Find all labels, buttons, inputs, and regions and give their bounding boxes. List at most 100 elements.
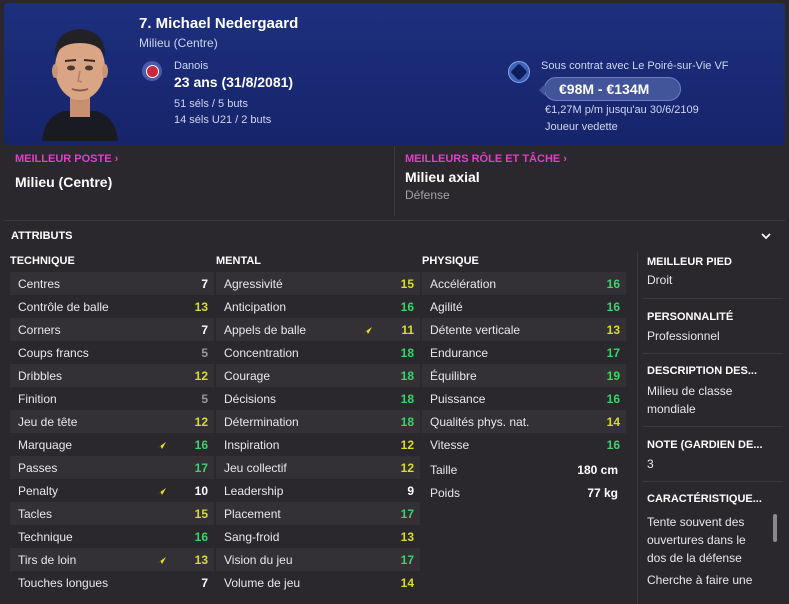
attribute-row[interactable]: Détente verticale 13 bbox=[422, 318, 626, 341]
attribute-row[interactable]: Tirs de loin 13 bbox=[10, 548, 214, 571]
attribute-value: 17 bbox=[194, 460, 208, 475]
attribute-row[interactable]: Vision du jeu 17 bbox=[216, 548, 420, 571]
attribute-row[interactable]: Placement 17 bbox=[216, 502, 420, 525]
best-role-link[interactable]: MEILLEURS RÔLE ET TÂCHE › bbox=[405, 153, 567, 165]
trend-arrow-icon bbox=[156, 557, 166, 564]
player-position: Milieu (Centre) bbox=[139, 36, 218, 50]
attribute-row[interactable]: Concentration 18 bbox=[216, 341, 420, 364]
player-header: 7. Michael Nedergaard Milieu (Centre) Da… bbox=[4, 3, 785, 145]
attribute-row[interactable]: Centres 7 bbox=[10, 272, 214, 295]
attribute-row[interactable]: Qualités phys. nat. 14 bbox=[422, 410, 626, 433]
attribute-value: 5 bbox=[201, 345, 208, 360]
nationality[interactable]: Danois bbox=[174, 60, 208, 72]
mental-header: MENTAL bbox=[216, 255, 262, 267]
attribute-row[interactable]: Dribbles 12 bbox=[10, 364, 214, 387]
physique-header: PHYSIQUE bbox=[422, 255, 479, 267]
attribute-name: Vitesse bbox=[430, 437, 470, 452]
attribute-row[interactable]: Jeu collectif 12 bbox=[216, 456, 420, 479]
attribute-name: Décisions bbox=[224, 391, 277, 406]
best-role-value: Milieu axial bbox=[405, 169, 480, 185]
attribute-row[interactable]: Penalty 10 bbox=[10, 479, 214, 502]
attribute-row[interactable]: Vitesse 16 bbox=[422, 433, 626, 456]
chevron-right-icon: › bbox=[560, 153, 567, 165]
side-divider bbox=[637, 252, 638, 604]
side-separator bbox=[643, 481, 783, 482]
panel-divider bbox=[394, 146, 395, 216]
attribute-value: 15 bbox=[400, 276, 414, 291]
attribute-value: 12 bbox=[194, 368, 208, 383]
attribute-name: Passes bbox=[18, 460, 58, 475]
height-row: Taille 180 cm bbox=[430, 463, 618, 477]
attribute-name: Qualités phys. nat. bbox=[430, 414, 530, 429]
attribute-row[interactable]: Sang-froid 13 bbox=[216, 525, 420, 548]
description-title: DESCRIPTION DES... bbox=[647, 365, 758, 377]
attribute-row[interactable]: Marquage 16 bbox=[10, 433, 214, 456]
attribute-value: 16 bbox=[606, 299, 620, 314]
attribute-row[interactable]: Anticipation 16 bbox=[216, 295, 420, 318]
attribute-row[interactable]: Détermination 18 bbox=[216, 410, 420, 433]
attribute-row[interactable]: Équilibre 19 bbox=[422, 364, 626, 387]
weight-value: 77 kg bbox=[587, 486, 618, 500]
attribute-value: 16 bbox=[400, 299, 414, 314]
chevron-down-icon[interactable] bbox=[759, 229, 773, 243]
attribute-row[interactable]: Inspiration 12 bbox=[216, 433, 420, 456]
best-role-label: MEILLEURS RÔLE ET TÂCHE bbox=[405, 153, 561, 165]
nation-flag-icon[interactable] bbox=[142, 61, 162, 81]
attribute-row[interactable]: Volume de jeu 14 bbox=[216, 571, 420, 594]
physique-list: Accélération 16 Agilité 16 Détente verticale… bbox=[422, 272, 626, 456]
u21-caps: 14 séls U21 / 2 buts bbox=[174, 114, 272, 126]
club-badge-icon[interactable] bbox=[508, 61, 530, 83]
personality-value: Professionnel bbox=[647, 329, 720, 343]
attribute-row[interactable]: Leadership 9 bbox=[216, 479, 420, 502]
attribute-row[interactable]: Coups francs 5 bbox=[10, 341, 214, 364]
attribute-value: 16 bbox=[606, 276, 620, 291]
contract-club[interactable]: Sous contrat avec Le Poiré-sur-Vie VF bbox=[541, 60, 729, 72]
attribute-row[interactable]: Contrôle de balle 13 bbox=[10, 295, 214, 318]
attribute-row[interactable]: Corners 7 bbox=[10, 318, 214, 341]
attribute-name: Tacles bbox=[18, 506, 53, 521]
attribute-row[interactable]: Accélération 16 bbox=[422, 272, 626, 295]
attribute-name: Agressivité bbox=[224, 276, 283, 291]
attribute-value: 18 bbox=[400, 414, 414, 429]
attribute-name: Contrôle de balle bbox=[18, 299, 109, 314]
player-name: 7. Michael Nedergaard bbox=[139, 15, 299, 32]
gk-rating-title: NOTE (GARDIEN DE... bbox=[647, 439, 763, 451]
best-position-link[interactable]: MEILLEUR POSTE › bbox=[15, 153, 118, 165]
attribute-name: Volume de jeu bbox=[224, 575, 301, 590]
attribute-row[interactable]: Passes 17 bbox=[10, 456, 214, 479]
squad-status: Joueur vedette bbox=[545, 121, 618, 133]
attribute-row[interactable]: Jeu de tête 12 bbox=[10, 410, 214, 433]
attribute-row[interactable]: Technique 16 bbox=[10, 525, 214, 548]
attribute-row[interactable]: Tacles 15 bbox=[10, 502, 214, 525]
attribute-row[interactable]: Décisions 18 bbox=[216, 387, 420, 410]
section-divider bbox=[4, 220, 785, 221]
attribute-row[interactable]: Appels de balle 11 bbox=[216, 318, 420, 341]
trait-item: Cherche à faire une bbox=[647, 573, 753, 587]
attribute-row[interactable]: Courage 18 bbox=[216, 364, 420, 387]
attribute-row[interactable]: Endurance 17 bbox=[422, 341, 626, 364]
technique-header: TECHNIQUE bbox=[10, 255, 75, 267]
attribute-value: 17 bbox=[400, 552, 414, 567]
attribute-name: Inspiration bbox=[224, 437, 280, 452]
trend-arrow-icon bbox=[156, 488, 166, 495]
attribute-value: 17 bbox=[606, 345, 620, 360]
attribute-name: Jeu de tête bbox=[18, 414, 78, 429]
attribute-row[interactable]: Finition 5 bbox=[10, 387, 214, 410]
personality-title: PERSONNALITÉ bbox=[647, 311, 734, 323]
attribute-row[interactable]: Agressivité 15 bbox=[216, 272, 420, 295]
preferred-foot-value: Droit bbox=[647, 273, 673, 287]
attribute-row[interactable]: Agilité 16 bbox=[422, 295, 626, 318]
attribute-row[interactable]: Puissance 16 bbox=[422, 387, 626, 410]
transfer-value-badge[interactable]: €98M - €134M bbox=[539, 77, 681, 101]
traits-scrollbar[interactable] bbox=[773, 514, 777, 542]
best-position-value: Milieu (Centre) bbox=[15, 174, 113, 190]
attribute-row[interactable]: Touches longues 7 bbox=[10, 571, 214, 594]
attribute-name: Corners bbox=[18, 322, 61, 337]
attribute-value: 16 bbox=[194, 437, 208, 452]
attribute-value: 10 bbox=[194, 483, 208, 498]
attribute-value: 18 bbox=[400, 391, 414, 406]
attribute-name: Placement bbox=[224, 506, 281, 521]
attribute-value: 18 bbox=[400, 368, 414, 383]
attribute-name: Jeu collectif bbox=[224, 460, 287, 475]
attribute-name: Dribbles bbox=[18, 368, 63, 383]
